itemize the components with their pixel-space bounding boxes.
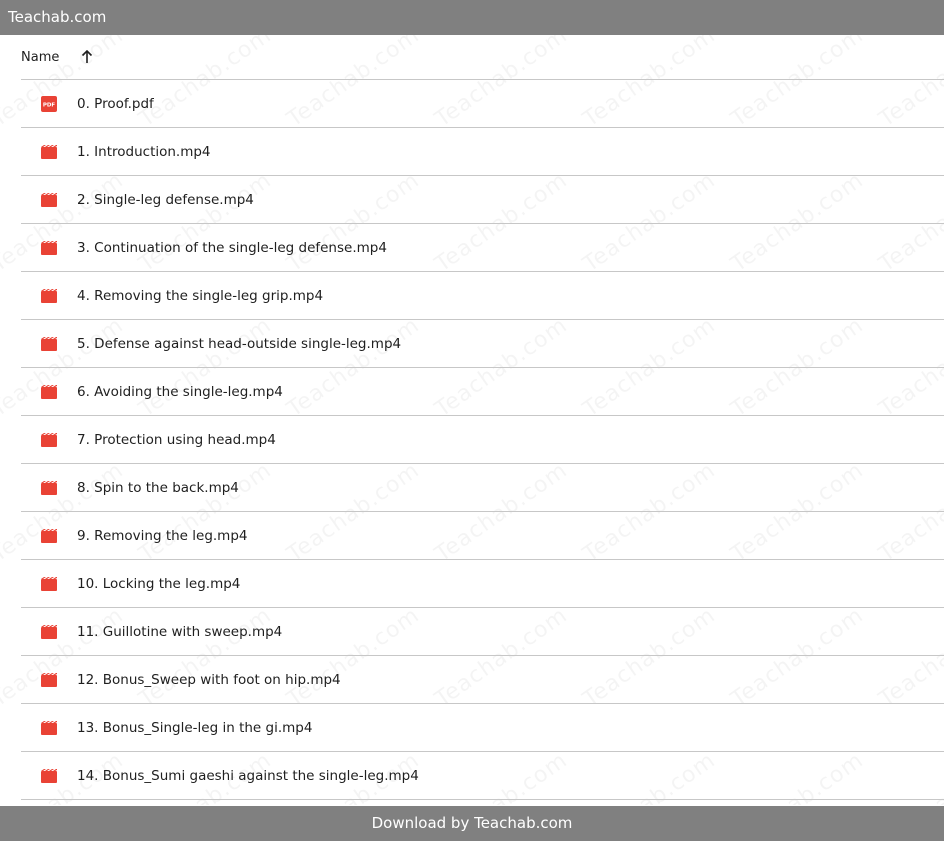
file-name: 9. Removing the leg.mp4 bbox=[77, 527, 248, 544]
file-row[interactable]: 9. Removing the leg.mp4 bbox=[21, 512, 944, 560]
file-name: 6. Avoiding the single-leg.mp4 bbox=[77, 383, 283, 400]
video-icon bbox=[41, 528, 57, 544]
file-name: 0. Proof.pdf bbox=[77, 95, 154, 112]
file-row[interactable]: PDF 0. Proof.pdf bbox=[21, 80, 944, 128]
file-row[interactable]: 5. Defense against head-outside single-l… bbox=[21, 320, 944, 368]
file-row[interactable]: 1. Introduction.mp4 bbox=[21, 128, 944, 176]
video-icon bbox=[41, 240, 57, 256]
file-name: 13. Bonus_Single-leg in the gi.mp4 bbox=[77, 719, 313, 736]
footer-bar: Download by Teachab.com bbox=[0, 806, 944, 841]
site-title: Teachab.com bbox=[8, 8, 107, 26]
file-name: 12. Bonus_Sweep with foot on hip.mp4 bbox=[77, 671, 341, 688]
file-name: 10. Locking the leg.mp4 bbox=[77, 575, 241, 592]
pdf-icon: PDF bbox=[41, 95, 57, 112]
file-name: 11. Guillotine with sweep.mp4 bbox=[77, 623, 283, 640]
video-icon bbox=[41, 480, 57, 496]
file-name: 4. Removing the single-leg grip.mp4 bbox=[77, 287, 324, 304]
arrow-up-icon[interactable] bbox=[80, 49, 94, 65]
video-icon bbox=[41, 672, 57, 688]
file-name: 1. Introduction.mp4 bbox=[77, 143, 211, 160]
file-name: 8. Spin to the back.mp4 bbox=[77, 479, 239, 496]
video-icon bbox=[41, 288, 57, 304]
video-icon bbox=[41, 624, 57, 640]
file-name: 14. Bonus_Sumi gaeshi against the single… bbox=[77, 767, 419, 784]
file-name: 3. Continuation of the single-leg defens… bbox=[77, 239, 387, 256]
file-name: 5. Defense against head-outside single-l… bbox=[77, 335, 402, 352]
svg-text:PDF: PDF bbox=[43, 102, 56, 108]
file-row[interactable]: 14. Bonus_Sumi gaeshi against the single… bbox=[21, 752, 944, 800]
file-row[interactable]: 10. Locking the leg.mp4 bbox=[21, 560, 944, 608]
top-bar: Teachab.com bbox=[0, 0, 944, 35]
video-icon bbox=[41, 576, 57, 592]
file-row[interactable]: 7. Protection using head.mp4 bbox=[21, 416, 944, 464]
video-icon bbox=[41, 432, 57, 448]
video-icon bbox=[41, 384, 57, 400]
file-row[interactable]: 2. Single-leg defense.mp4 bbox=[21, 176, 944, 224]
file-list: Name PDF 0. Proof.pdf 1. Introduction.mp4 2… bbox=[21, 35, 944, 800]
file-rows: PDF 0. Proof.pdf 1. Introduction.mp4 2. Sin… bbox=[21, 80, 944, 800]
footer-text: Download by Teachab.com bbox=[371, 814, 573, 832]
file-row[interactable]: 3. Continuation of the single-leg defens… bbox=[21, 224, 944, 272]
page: Teachab.com Teachab.comTeachab.comTeacha… bbox=[0, 0, 944, 841]
list-header: Name bbox=[21, 35, 944, 80]
file-name: 7. Protection using head.mp4 bbox=[77, 431, 276, 448]
file-row[interactable]: 6. Avoiding the single-leg.mp4 bbox=[21, 368, 944, 416]
file-row[interactable]: 11. Guillotine with sweep.mp4 bbox=[21, 608, 944, 656]
video-icon bbox=[41, 336, 57, 352]
file-name: 2. Single-leg defense.mp4 bbox=[77, 191, 254, 208]
video-icon bbox=[41, 768, 57, 784]
video-icon bbox=[41, 144, 57, 160]
name-column-header[interactable]: Name bbox=[21, 50, 59, 65]
file-row[interactable]: 13. Bonus_Single-leg in the gi.mp4 bbox=[21, 704, 944, 752]
video-icon bbox=[41, 192, 57, 208]
file-row[interactable]: 12. Bonus_Sweep with foot on hip.mp4 bbox=[21, 656, 944, 704]
video-icon bbox=[41, 720, 57, 736]
file-row[interactable]: 8. Spin to the back.mp4 bbox=[21, 464, 944, 512]
file-row[interactable]: 4. Removing the single-leg grip.mp4 bbox=[21, 272, 944, 320]
